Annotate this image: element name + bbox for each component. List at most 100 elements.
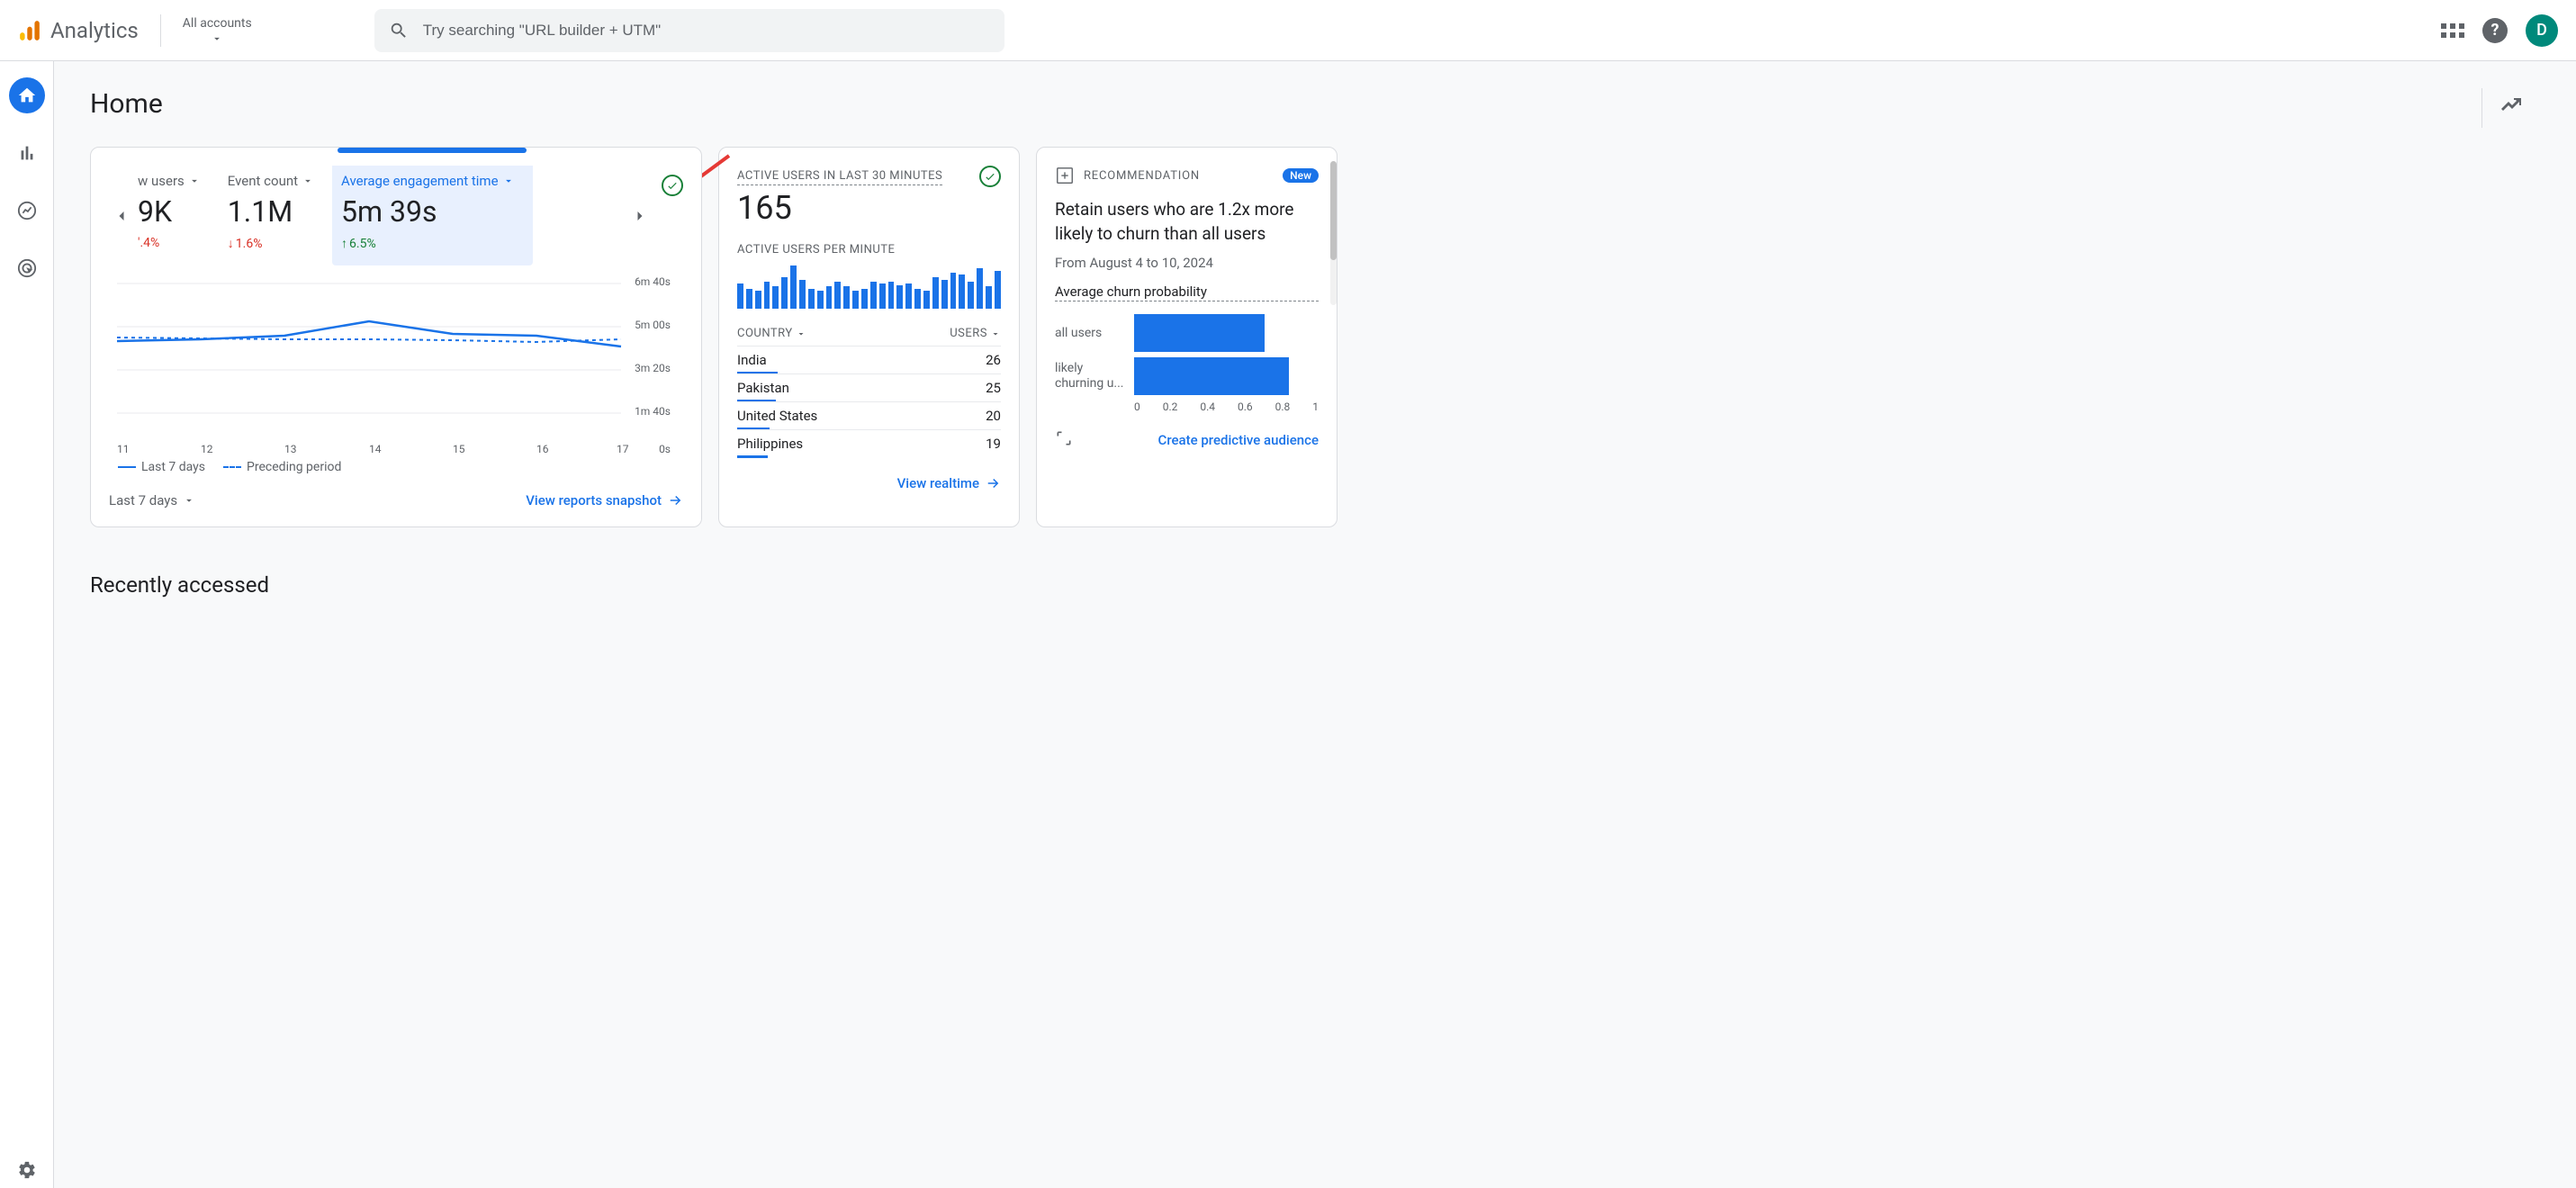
nav-reports[interactable] <box>9 135 45 171</box>
svg-text:12: 12 <box>201 443 213 454</box>
rec-chart-label: Average churn probability <box>1055 284 1319 302</box>
analytics-logo-icon <box>18 19 41 42</box>
per-minute-bar-chart[interactable] <box>737 264 1001 309</box>
expand-button[interactable] <box>1055 429 1073 451</box>
metric-delta: ↓ 1.6% <box>228 236 314 251</box>
new-badge: New <box>1283 168 1319 183</box>
svg-text:0s: 0s <box>659 443 671 454</box>
page-title: Home <box>90 88 2540 120</box>
recently-accessed-heading: Recently accessed <box>90 572 2540 598</box>
divider <box>160 14 161 47</box>
nav-explore[interactable] <box>9 193 45 229</box>
view-reports-link[interactable]: View reports snapshot <box>526 492 683 508</box>
expand-icon <box>1055 429 1073 447</box>
account-selector[interactable]: All accounts <box>183 16 252 45</box>
target-click-icon <box>17 258 37 278</box>
bar-label-likely: likely churning u... <box>1055 361 1127 392</box>
svg-text:13: 13 <box>284 443 297 454</box>
svg-text:17: 17 <box>617 443 629 454</box>
legend-preceding: Preceding period <box>223 460 341 474</box>
data-quality-badge[interactable] <box>662 175 683 196</box>
metric-label: Event count <box>228 173 298 189</box>
svg-text:16: 16 <box>536 443 549 454</box>
nav-admin[interactable] <box>9 1152 45 1188</box>
rec-date-range: From August 4 to 10, 2024 <box>1055 255 1319 271</box>
apps-icon[interactable] <box>2441 23 2464 38</box>
rec-head: RECOMMENDATION New <box>1055 166 1319 185</box>
create-audience-link[interactable]: Create predictive audience <box>1158 432 1319 448</box>
country-header[interactable]: COUNTRY <box>737 327 806 340</box>
table-row[interactable]: India26 <box>737 346 1001 374</box>
metric-label: w users <box>138 173 185 189</box>
metric-value: 9K <box>138 194 201 229</box>
svg-text:5m 00s: 5m 00s <box>635 319 671 331</box>
overview-card: w users 9K '.4% Event count 1.1M ↓ 1.6% … <box>90 147 702 527</box>
caret-down-icon <box>502 175 515 187</box>
rec-footer: Create predictive audience <box>1055 429 1319 451</box>
rt-table-head: COUNTRY USERS <box>737 321 1001 346</box>
scrollbar[interactable] <box>1330 161 1337 305</box>
caret-down-icon <box>183 494 195 507</box>
per-minute-label: ACTIVE USERS PER MINUTE <box>737 243 1001 256</box>
metric-value: 5m 39s <box>341 194 514 229</box>
brand-text: Analytics <box>50 18 139 43</box>
churn-bar-chart[interactable]: all users likely churning u... 00.20.40.… <box>1055 314 1319 413</box>
metric-delta: '.4% <box>138 236 201 250</box>
bar-likely-churning <box>1134 357 1289 395</box>
view-realtime-link[interactable]: View realtime <box>897 475 1001 491</box>
metrics-next-button[interactable] <box>627 203 653 229</box>
search-icon <box>389 21 409 40</box>
check-icon <box>666 179 679 192</box>
caret-down-icon <box>990 328 1001 339</box>
chevron-right-icon <box>631 207 649 225</box>
bar-all-users <box>1134 314 1265 352</box>
insights-button[interactable] <box>2481 88 2540 128</box>
table-row[interactable]: Philippines19 <box>737 429 1001 457</box>
shell: Home w users 9K '.4% Event count <box>0 61 2576 1188</box>
search-bar[interactable] <box>374 9 1004 52</box>
left-nav <box>0 61 54 1188</box>
search-input[interactable] <box>423 22 990 40</box>
help-icon[interactable]: ? <box>2482 18 2508 43</box>
arrow-right-icon <box>985 475 1001 491</box>
card-footer: Last 7 days View reports snapshot <box>109 487 683 508</box>
caret-down-icon <box>188 175 201 187</box>
check-icon <box>984 170 996 183</box>
caret-down-icon <box>211 32 223 45</box>
chevron-left-icon <box>113 207 131 225</box>
bar-chart-icon <box>17 143 37 163</box>
nav-home[interactable] <box>9 77 45 113</box>
metric-value: 1.1M <box>228 194 314 229</box>
realtime-value: 165 <box>737 189 942 227</box>
metric-event-count[interactable]: Event count 1.1M ↓ 1.6% <box>219 166 332 266</box>
realtime-card: ACTIVE USERS IN LAST 30 MINUTES 165 ACTI… <box>718 147 1020 527</box>
date-range-select[interactable]: Last 7 days <box>109 492 195 508</box>
metric-new-users[interactable]: w users 9K '.4% <box>129 166 219 265</box>
users-header[interactable]: USERS <box>950 327 1001 340</box>
avatar[interactable]: D <box>2526 14 2558 47</box>
metric-label: Average engagement time <box>341 173 498 189</box>
chart-legend: Last 7 days Preceding period <box>109 460 683 474</box>
svg-text:1m 40s: 1m 40s <box>635 405 671 418</box>
home-icon <box>17 86 37 105</box>
table-row[interactable]: United States20 <box>737 401 1001 429</box>
gear-icon <box>17 1160 37 1180</box>
svg-text:3m 20s: 3m 20s <box>635 362 671 374</box>
rec-badge-text: RECOMMENDATION <box>1084 169 1200 183</box>
nav-advertising[interactable] <box>9 250 45 286</box>
caret-down-icon <box>302 175 314 187</box>
svg-text:14: 14 <box>369 443 382 454</box>
account-label: All accounts <box>183 16 252 31</box>
trend-icon <box>17 201 37 220</box>
table-row[interactable]: Pakistan25 <box>737 374 1001 401</box>
line-chart[interactable]: 6m 40s 5m 00s 3m 20s 1m 40s 0s <box>109 274 683 454</box>
realtime-rows: India26Pakistan25United States20Philippi… <box>737 346 1001 457</box>
logo-block[interactable]: Analytics <box>18 18 139 43</box>
data-quality-badge[interactable] <box>979 166 1001 187</box>
metric-engagement-time[interactable]: Average engagement time 5m 39s ↑ 6.5% <box>332 166 532 266</box>
legend-current: Last 7 days <box>118 460 205 474</box>
realtime-label: ACTIVE USERS IN LAST 30 MINUTES <box>737 169 942 185</box>
caret-down-icon <box>796 328 806 339</box>
main-content: Home w users 9K '.4% Event count <box>54 61 2576 1188</box>
add-chart-icon <box>1055 166 1075 185</box>
